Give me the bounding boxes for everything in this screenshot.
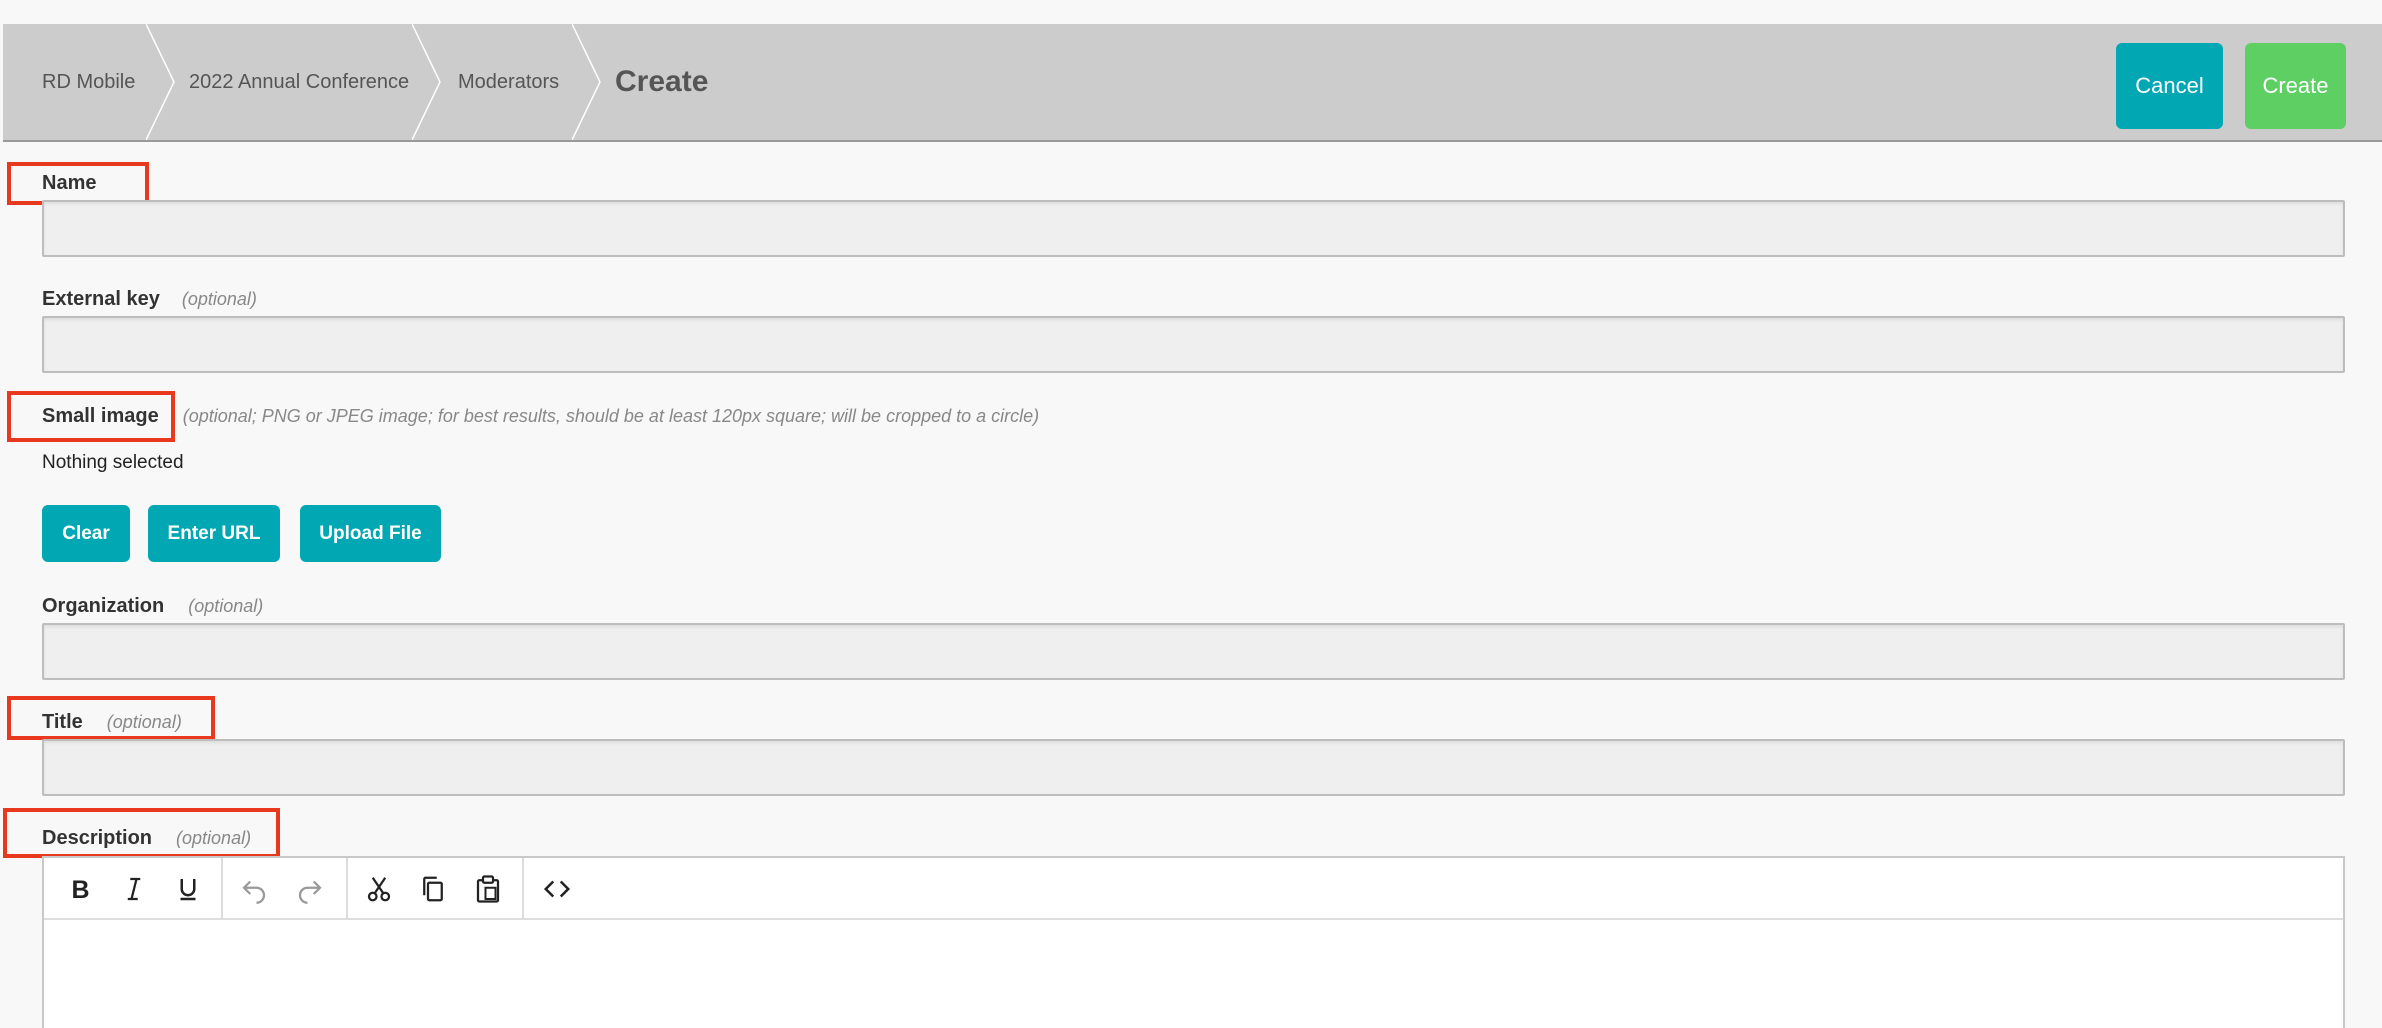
name-input[interactable] (44, 202, 2343, 255)
small-image-hint: (optional; PNG or JPEG image; for best r… (182, 406, 1040, 426)
small-image-label: Small image (optional; PNG or JPEG image;… (42, 405, 1040, 427)
small-image-status: Nothing selected (42, 452, 184, 473)
toolbar-divider (221, 858, 223, 920)
organization-input[interactable] (44, 625, 2343, 678)
underline-icon[interactable] (171, 872, 205, 906)
create-button[interactable]: Create (2245, 43, 2346, 129)
name-field[interactable] (42, 200, 2345, 257)
bold-icon[interactable]: B (62, 872, 96, 906)
upload-file-button[interactable]: Upload File (300, 505, 441, 562)
title-input[interactable] (44, 741, 2343, 794)
cancel-button[interactable]: Cancel (2116, 43, 2223, 129)
source-code-icon[interactable] (540, 872, 574, 906)
editor-toolbar: B (44, 858, 2343, 920)
external-key-input[interactable] (44, 318, 2343, 371)
breadcrumb-item-moderators[interactable]: Moderators (458, 24, 559, 140)
breadcrumb-separator (146, 24, 176, 140)
annotation-box (7, 162, 149, 205)
clear-button[interactable]: Clear (42, 505, 130, 562)
external-key-field[interactable] (42, 316, 2345, 373)
toolbar-divider (522, 858, 524, 920)
title-field[interactable] (42, 739, 2345, 796)
page-title: Create (615, 65, 709, 98)
toolbar-divider (346, 858, 348, 920)
copy-icon[interactable] (416, 872, 450, 906)
optional-hint: (optional) (188, 596, 264, 616)
breadcrumb-item-conference[interactable]: 2022 Annual Conference (189, 24, 409, 140)
annotation-box (3, 808, 280, 858)
breadcrumb-separator (572, 24, 602, 140)
external-key-label: External key (optional) (42, 288, 257, 310)
annotation-box (7, 696, 215, 740)
organization-field[interactable] (42, 623, 2345, 680)
description-content-area[interactable] (44, 920, 2343, 1028)
organization-label: Organization (optional) (42, 595, 264, 617)
redo-icon[interactable] (293, 872, 327, 906)
enter-url-button[interactable]: Enter URL (148, 505, 280, 562)
undo-icon[interactable] (237, 872, 271, 906)
header-bar: RD Mobile 2022 Annual Conference Moderat… (3, 24, 2382, 142)
cut-icon[interactable] (362, 872, 396, 906)
svg-text:B: B (72, 876, 90, 904)
paste-icon[interactable] (471, 872, 505, 906)
optional-hint: (optional) (181, 289, 257, 309)
annotation-box (7, 391, 175, 442)
breadcrumb-item-rd-mobile[interactable]: RD Mobile (42, 24, 135, 140)
description-editor[interactable]: B (42, 856, 2345, 1028)
italic-icon[interactable] (117, 872, 151, 906)
breadcrumb-separator (412, 24, 442, 140)
